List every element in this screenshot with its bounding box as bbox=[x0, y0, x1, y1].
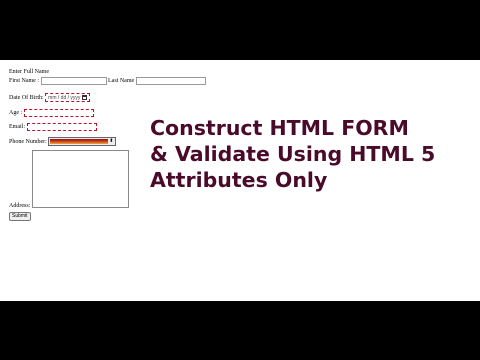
full-name-heading: Enter Full Name bbox=[9, 69, 49, 75]
age-input[interactable] bbox=[23, 109, 94, 117]
submit-button[interactable]: Submit bbox=[9, 212, 31, 221]
age-label: Age : bbox=[9, 110, 23, 116]
email-input[interactable] bbox=[26, 123, 97, 131]
name-row: First Name : Last Name bbox=[9, 77, 206, 85]
last-name-label: Last Name bbox=[108, 78, 135, 84]
headline-line-2: & Validate Using HTML 5 bbox=[150, 142, 436, 166]
last-name-input[interactable] bbox=[135, 77, 206, 85]
video-headline: Construct HTML FORM & Validate Using HTM… bbox=[150, 115, 470, 193]
headline-line-1: Construct HTML FORM bbox=[150, 116, 409, 140]
phone-label: Phone Number: bbox=[9, 138, 47, 145]
calendar-icon[interactable] bbox=[82, 95, 88, 100]
address-label: Address: bbox=[9, 203, 31, 209]
color-swatch bbox=[50, 139, 109, 144]
first-name-input[interactable] bbox=[40, 77, 107, 85]
headline-line-3: Attributes Only bbox=[150, 168, 328, 192]
video-frame: Enter Full Name First Name : Last Name D… bbox=[0, 60, 480, 301]
dob-placeholder: mm / dd / yyyy bbox=[48, 94, 81, 101]
phone-row: Phone Number: ⬍ bbox=[9, 137, 117, 146]
stepper-icon[interactable]: ⬍ bbox=[108, 139, 114, 144]
email-row: Email: bbox=[9, 123, 97, 131]
first-name-label: First Name : bbox=[9, 78, 39, 84]
dob-label: Date Of Birth: bbox=[9, 94, 44, 101]
age-row: Age : bbox=[9, 109, 94, 117]
phone-color-input[interactable]: ⬍ bbox=[48, 137, 117, 146]
submit-row: Submit bbox=[9, 212, 31, 221]
address-textarea[interactable] bbox=[32, 150, 129, 208]
dob-input[interactable]: mm / dd / yyyy bbox=[45, 93, 91, 102]
dob-row: Date Of Birth: mm / dd / yyyy bbox=[9, 93, 91, 102]
email-label: Email: bbox=[9, 124, 25, 130]
